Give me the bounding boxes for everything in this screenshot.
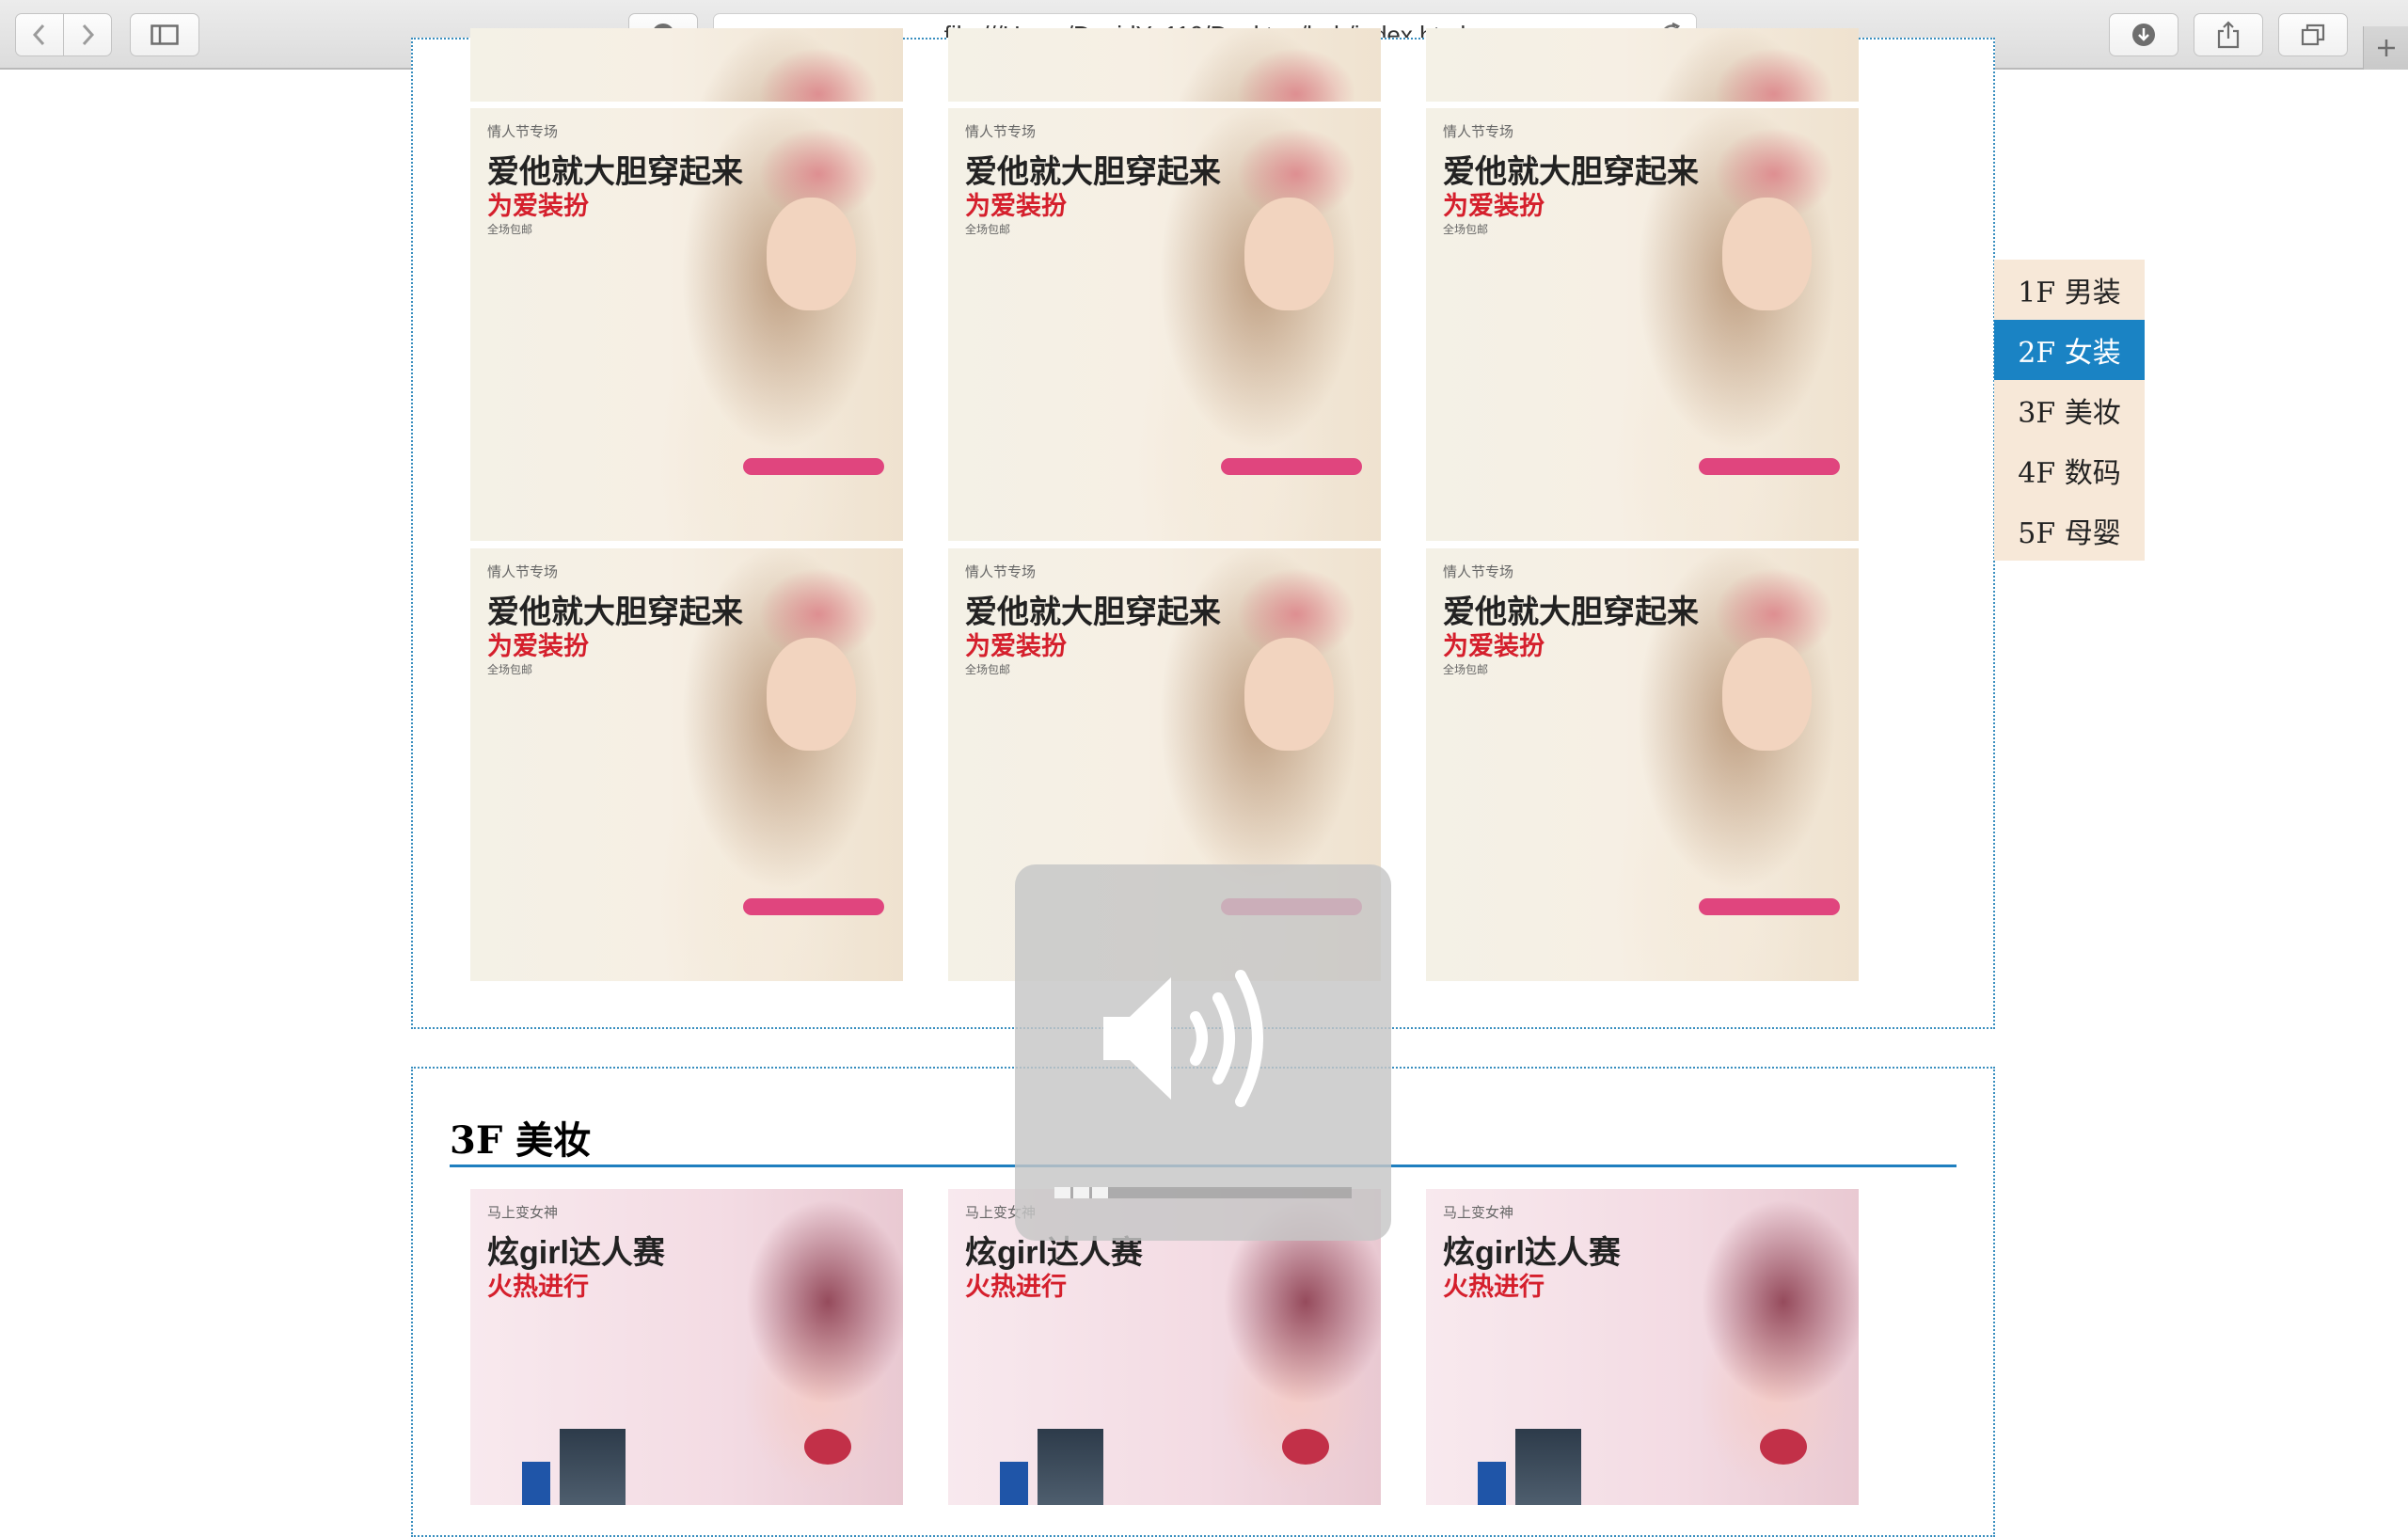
downloads-button[interactable]: [2109, 13, 2178, 56]
tabs-icon: [2301, 24, 2325, 46]
product-card-partial[interactable]: [470, 28, 903, 102]
card-subtitle: 情人节专场: [965, 564, 1037, 580]
product-card[interactable]: 情人节专场 爱他就大胆穿起来 为爱装扮 全场包邮: [1426, 548, 1859, 981]
back-button[interactable]: [15, 13, 64, 56]
card-subtitle: 情人节专场: [487, 564, 559, 580]
product-card-partial[interactable]: [1426, 28, 1859, 102]
share-icon: [2217, 21, 2240, 49]
card-note: 全场包邮: [487, 223, 533, 236]
new-tab-icon: [2377, 40, 2395, 56]
product-image: [1000, 1462, 1028, 1505]
sidebar-icon: [150, 24, 179, 45]
card-subtitle: 情人节专场: [1443, 124, 1514, 140]
product-card[interactable]: 情人节专场 爱他就大胆穿起来 为爱装扮 全场包邮: [470, 548, 903, 981]
floor-title: 3F 美妆: [450, 1118, 592, 1163]
card-accent: 为爱装扮: [1443, 632, 1545, 660]
product-image: [1478, 1462, 1506, 1505]
product-image-detail: [743, 898, 884, 915]
model-photo: [1244, 198, 1334, 310]
product-card-partial[interactable]: [948, 28, 1381, 102]
volume-segment: [1092, 1187, 1108, 1198]
card-note: 全场包邮: [1443, 223, 1489, 236]
product-card[interactable]: 马上变女神 炫girl达人赛 火热进行: [1426, 1189, 1859, 1505]
card-note: 全场包邮: [487, 663, 533, 676]
floor-nav-item-1f[interactable]: 1F 男装: [1994, 260, 2145, 320]
card-accent: 为爱装扮: [1443, 192, 1545, 220]
model-photo: [1282, 1429, 1329, 1465]
model-photo: [1722, 198, 1812, 310]
volume-segment: [1054, 1187, 1070, 1198]
card-accent: 火热进行: [1443, 1273, 1545, 1301]
card-note: 全场包邮: [965, 663, 1011, 676]
card-note: 全场包邮: [965, 223, 1011, 236]
product-image-detail: [1699, 458, 1840, 475]
model-photo: [1760, 1429, 1807, 1465]
volume-hud: [1015, 864, 1391, 1241]
card-accent: 为爱装扮: [965, 192, 1067, 220]
product-image: [522, 1462, 550, 1505]
download-icon: [2132, 24, 2155, 46]
volume-level-fill: [1054, 1187, 1108, 1198]
model-photo: [804, 1429, 851, 1465]
product-card[interactable]: 情人节专场 爱他就大胆穿起来 为爱装扮 全场包邮: [1426, 108, 1859, 541]
back-icon: [32, 24, 45, 46]
tabs-overview-button[interactable]: [2278, 13, 2348, 56]
new-tab-button[interactable]: [2363, 26, 2408, 70]
volume-level-bar: [1054, 1187, 1352, 1198]
card-subtitle: 马上变女神: [1443, 1205, 1514, 1221]
speaker-icon: [1103, 970, 1263, 1107]
product-image: [1515, 1429, 1581, 1505]
forward-icon: [82, 24, 95, 46]
card-accent: 火热进行: [965, 1273, 1067, 1301]
card-accent: 为爱装扮: [965, 632, 1067, 660]
card-subtitle: 情人节专场: [965, 124, 1037, 140]
product-card[interactable]: 马上变女神 炫girl达人赛 火热进行: [470, 1189, 903, 1505]
sidebar-button[interactable]: [130, 13, 199, 56]
card-subtitle: 马上变女神: [487, 1205, 559, 1221]
product-image-detail: [1221, 458, 1362, 475]
card-accent: 为爱装扮: [487, 192, 589, 220]
card-subtitle: 情人节专场: [1443, 564, 1514, 580]
floor-nav-item-2f[interactable]: 2F 女装: [1994, 320, 2145, 380]
card-subtitle: 情人节专场: [487, 124, 559, 140]
product-image: [1038, 1429, 1103, 1505]
floor-nav-item-4f[interactable]: 4F 数码: [1994, 440, 2145, 500]
product-image-detail: [1699, 898, 1840, 915]
floor-nav: 1F 男装 2F 女装 3F 美妆 4F 数码 5F 母婴: [1994, 260, 2145, 561]
model-photo: [1722, 638, 1812, 751]
model-photo: [1244, 638, 1334, 751]
model-photo: [767, 638, 856, 751]
card-accent: 为爱装扮: [487, 632, 589, 660]
volume-segment: [1073, 1187, 1089, 1198]
card-accent: 火热进行: [487, 1273, 589, 1301]
product-card[interactable]: 情人节专场 爱他就大胆穿起来 为爱装扮 全场包邮: [470, 108, 903, 541]
card-note: 全场包邮: [1443, 663, 1489, 676]
floor-nav-item-5f[interactable]: 5F 母婴: [1994, 500, 2145, 561]
model-photo: [767, 198, 856, 310]
product-image: [560, 1429, 626, 1505]
floor-nav-item-3f[interactable]: 3F 美妆: [1994, 380, 2145, 440]
product-card[interactable]: 情人节专场 爱他就大胆穿起来 为爱装扮 全场包邮: [948, 108, 1381, 541]
share-button[interactable]: [2194, 13, 2263, 56]
forward-button[interactable]: [63, 13, 112, 56]
product-image-detail: [743, 458, 884, 475]
